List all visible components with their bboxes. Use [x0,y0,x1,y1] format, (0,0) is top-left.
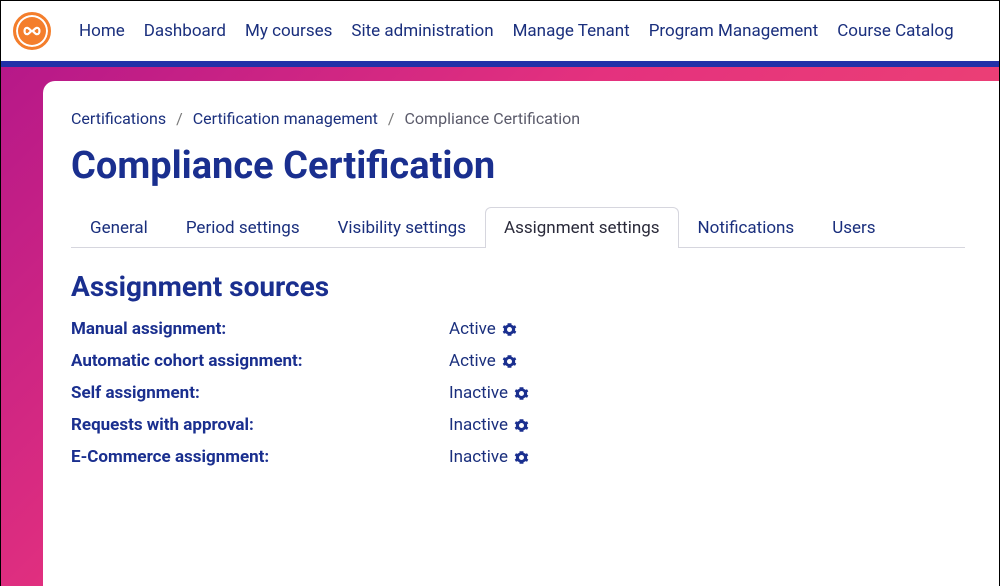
source-row-requests-approval: Requests with approval: Inactive [71,415,965,435]
source-row-automatic-cohort: Automatic cohort assignment: Active [71,351,965,371]
source-label: Manual assignment: [71,319,449,339]
brand-logo[interactable] [13,12,51,50]
source-label: Automatic cohort assignment: [71,351,449,371]
source-label: Requests with approval: [71,415,449,435]
breadcrumb: Certifications / Certification managemen… [71,109,965,128]
nav-home[interactable]: Home [79,21,125,41]
tab-general[interactable]: General [71,207,167,248]
nav-site-administration[interactable]: Site administration [351,21,493,41]
nav-program-management[interactable]: Program Management [649,21,819,41]
gear-icon[interactable] [514,450,529,465]
primary-nav: Home Dashboard My courses Site administr… [79,21,954,41]
source-row-self: Self assignment: Inactive [71,383,965,403]
gear-icon[interactable] [514,386,529,401]
source-label: E-Commerce assignment: [71,447,449,467]
breadcrumb-separator: / [176,109,183,128]
page-title: Compliance Certification [71,144,965,188]
gear-icon[interactable] [502,354,517,369]
breadcrumb-current: Compliance Certification [405,109,581,128]
breadcrumb-link-certification-management[interactable]: Certification management [193,109,378,128]
source-status: Active [449,351,496,371]
nav-manage-tenant[interactable]: Manage Tenant [513,21,630,41]
top-nav-bar: Home Dashboard My courses Site administr… [1,1,999,67]
source-status: Inactive [449,415,508,435]
gear-icon[interactable] [502,322,517,337]
nav-my-courses[interactable]: My courses [245,21,332,41]
source-label: Self assignment: [71,383,449,403]
breadcrumb-link-certifications[interactable]: Certifications [71,109,166,128]
infinity-icon [21,20,43,42]
page-background: Certifications / Certification managemen… [1,67,999,586]
source-row-manual: Manual assignment: Active [71,319,965,339]
source-row-ecommerce: E-Commerce assignment: Inactive [71,447,965,467]
content-card: Certifications / Certification managemen… [43,81,999,586]
tab-bar: General Period settings Visibility setti… [71,206,965,248]
tab-period-settings[interactable]: Period settings [167,207,319,248]
source-status: Inactive [449,383,508,403]
tab-assignment-settings[interactable]: Assignment settings [485,207,679,248]
section-title: Assignment sources [71,270,965,303]
source-status: Active [449,319,496,339]
tab-visibility-settings[interactable]: Visibility settings [319,207,485,248]
breadcrumb-separator: / [388,109,395,128]
tab-users[interactable]: Users [813,207,894,248]
tab-notifications[interactable]: Notifications [679,207,814,248]
nav-course-catalog[interactable]: Course Catalog [837,21,953,41]
source-status: Inactive [449,447,508,467]
gear-icon[interactable] [514,418,529,433]
nav-dashboard[interactable]: Dashboard [144,21,226,41]
